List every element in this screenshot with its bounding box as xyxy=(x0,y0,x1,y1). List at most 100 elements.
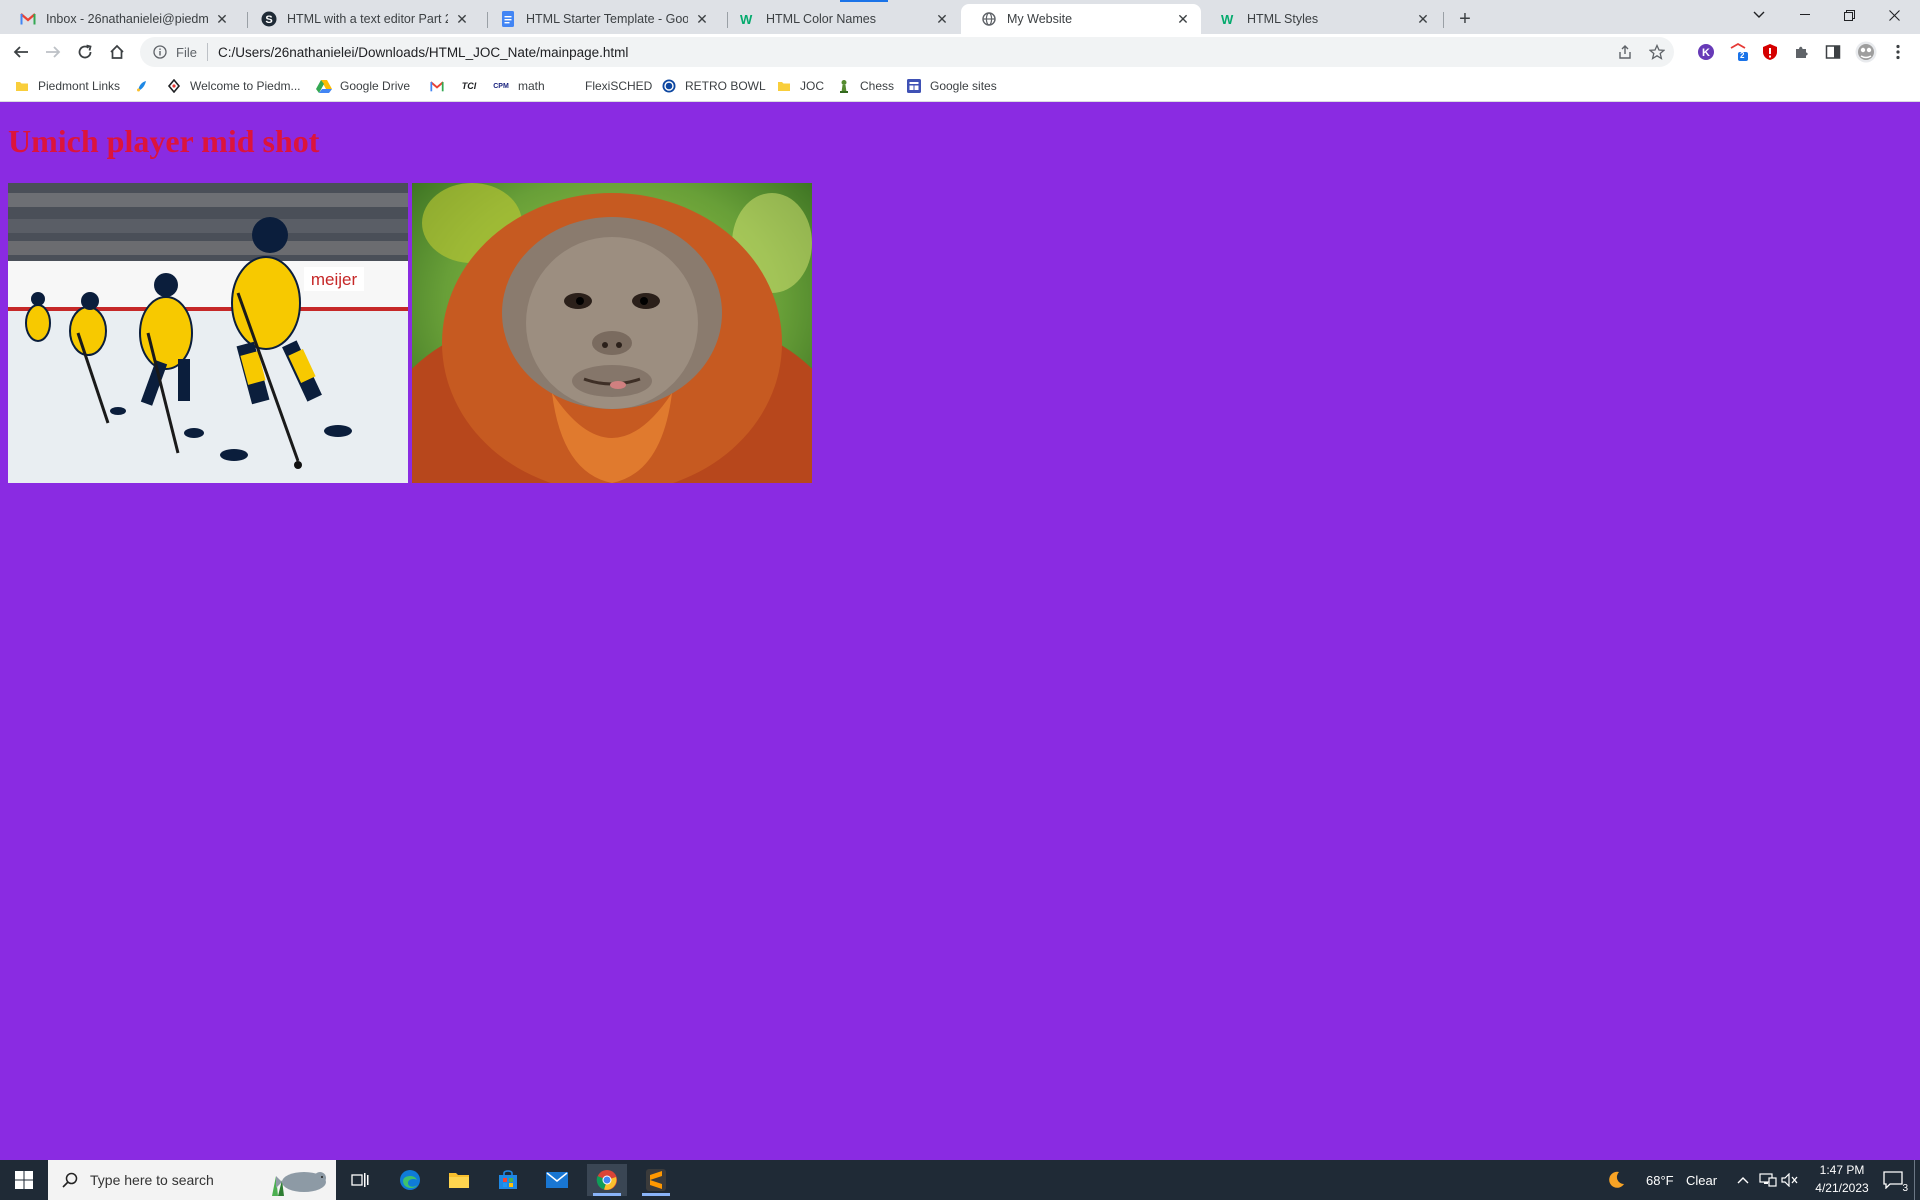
bookmark-math[interactable]: CPM math xyxy=(492,77,545,95)
svg-text:meijer: meijer xyxy=(311,270,358,289)
bookmark-tci[interactable]: TCI xyxy=(459,77,487,95)
bookmark-label: RETRO BOWL xyxy=(685,79,766,93)
bookmark-site[interactable] xyxy=(134,77,158,95)
browser-toolbar: File C:/Users/26nathanielei/Downloads/HT… xyxy=(0,34,1920,70)
new-tab-button[interactable]: + xyxy=(1452,6,1478,32)
reload-button[interactable] xyxy=(72,39,98,65)
close-icon[interactable]: ✕ xyxy=(214,11,230,27)
clock-time[interactable]: 1:47 PM xyxy=(1813,1163,1871,1177)
tab-title: HTML with a text editor Part 2 | S xyxy=(287,12,448,26)
tab-html-color-names[interactable]: W HTML Color Names ✕ xyxy=(720,4,960,34)
chrome-icon xyxy=(596,1170,617,1190)
start-button[interactable] xyxy=(4,1164,44,1196)
running-indicator xyxy=(593,1193,621,1196)
folder-icon xyxy=(776,78,792,94)
store-taskbar-button[interactable] xyxy=(488,1164,528,1196)
globe-icon xyxy=(981,11,997,27)
mail-taskbar-button[interactable] xyxy=(537,1164,577,1196)
close-icon[interactable]: ✕ xyxy=(454,11,470,27)
tab-title: HTML Styles xyxy=(1247,12,1319,26)
tab-html-styles[interactable]: W HTML Styles ✕ xyxy=(1201,4,1441,34)
home-button[interactable] xyxy=(104,39,130,65)
extension-badge-icon[interactable]: 2 xyxy=(1729,42,1749,62)
close-icon[interactable]: ✕ xyxy=(694,11,710,27)
windows-logo-icon xyxy=(15,1171,33,1189)
volume-muted-icon[interactable] xyxy=(1778,1164,1802,1196)
arrow-right-icon xyxy=(46,46,61,58)
edge-icon xyxy=(400,1170,420,1190)
google-sites-icon xyxy=(906,78,922,94)
bookmark-welcome-to-piedmont[interactable]: Welcome to Piedm... xyxy=(166,77,300,95)
close-icon[interactable]: ✕ xyxy=(1175,11,1191,27)
info-icon[interactable] xyxy=(152,44,168,60)
bookmark-label: math xyxy=(518,79,545,93)
star-bookmark-icon[interactable] xyxy=(1648,43,1666,61)
close-icon[interactable]: ✕ xyxy=(1415,11,1431,27)
weather-moon-icon[interactable] xyxy=(1604,1164,1628,1196)
bookmark-gmail[interactable] xyxy=(429,77,453,95)
tab-divider xyxy=(1443,12,1444,28)
close-icon xyxy=(1889,9,1900,21)
bookmark-chess[interactable]: Chess xyxy=(836,77,894,95)
bookmark-flexisched[interactable]: FlexiSCHED xyxy=(561,77,652,95)
tab-schoology[interactable]: S HTML with a text editor Part 2 | S ✕ xyxy=(241,4,480,34)
sublime-text-icon xyxy=(646,1169,666,1191)
task-view-button[interactable] xyxy=(340,1164,380,1196)
chrome-taskbar-button[interactable] xyxy=(587,1164,627,1196)
bookmark-google-sites[interactable]: Google sites xyxy=(906,77,997,95)
profile-avatar[interactable] xyxy=(1855,41,1877,63)
k-extension-icon[interactable]: K xyxy=(1696,42,1716,62)
show-desktop-button[interactable] xyxy=(1914,1160,1915,1200)
puzzle-extensions-icon[interactable] xyxy=(1792,42,1812,62)
tab-title: My Website xyxy=(1007,12,1073,26)
store-icon xyxy=(499,1170,517,1189)
bookmark-piedmont-links[interactable]: Piedmont Links xyxy=(14,77,120,95)
bookmark-google-drive[interactable]: Google Drive xyxy=(316,77,410,95)
file-explorer-taskbar-button[interactable] xyxy=(439,1164,479,1196)
adblock-extension-icon[interactable] xyxy=(1760,42,1780,62)
bookmarks-bar: Piedmont Links Welcome to Piedm... Googl… xyxy=(0,70,1920,102)
w3schools-icon: W xyxy=(740,11,756,27)
notification-count: 3 xyxy=(1902,1183,1908,1194)
bookmark-site-icon xyxy=(134,78,150,94)
tab-my-website[interactable]: My Website ✕ xyxy=(961,4,1201,34)
notification-center-button[interactable]: 3 xyxy=(1876,1164,1910,1196)
share-icon[interactable] xyxy=(1616,43,1634,61)
tab-title: HTML Color Names xyxy=(766,12,876,26)
bookmark-retro-bowl[interactable]: RETRO BOWL xyxy=(661,77,766,95)
weather-temperature[interactable]: 68°F xyxy=(1646,1173,1674,1188)
edge-taskbar-button[interactable] xyxy=(390,1164,430,1196)
taskbar-search-box[interactable]: Type here to search xyxy=(48,1160,336,1200)
minimize-button[interactable] xyxy=(1782,0,1827,30)
google-docs-icon xyxy=(500,11,516,27)
address-bar[interactable]: File C:/Users/26nathanielei/Downloads/HT… xyxy=(140,37,1674,67)
sublime-text-taskbar-button[interactable] xyxy=(636,1164,676,1196)
bookmark-label: FlexiSCHED xyxy=(585,79,653,93)
retro-bowl-icon xyxy=(661,78,677,94)
show-hidden-icons-button[interactable] xyxy=(1731,1164,1755,1196)
tab-google-docs[interactable]: HTML Starter Template - Google ✕ xyxy=(480,4,720,34)
bookmark-joc[interactable]: JOC xyxy=(776,77,824,95)
hockey-players-image: meijer xyxy=(8,183,408,483)
cpm-icon: CPM xyxy=(493,82,509,90)
side-panel-icon[interactable] xyxy=(1823,42,1843,62)
page-viewport: Umich player mid shot meijer xyxy=(0,103,1920,1160)
tab-gmail-inbox[interactable]: Inbox - 26nathanielei@piedmont ✕ xyxy=(0,4,240,34)
kebab-menu-icon[interactable] xyxy=(1888,42,1908,62)
tab-search-button[interactable] xyxy=(1736,0,1781,30)
page-title: Umich player mid shot xyxy=(8,123,320,159)
url-text[interactable]: C:/Users/26nathanielei/Downloads/HTML_JO… xyxy=(218,45,628,60)
restore-button[interactable] xyxy=(1827,0,1872,30)
restore-icon xyxy=(1844,9,1855,21)
close-window-button[interactable] xyxy=(1872,0,1917,30)
chevron-up-icon xyxy=(1737,1177,1749,1184)
close-icon[interactable]: ✕ xyxy=(934,11,950,27)
clock-date[interactable]: 4/21/2023 xyxy=(1806,1181,1878,1195)
forward-button[interactable] xyxy=(40,39,66,65)
search-icon xyxy=(62,1172,78,1188)
bookmark-label: Welcome to Piedm... xyxy=(190,79,301,93)
back-button[interactable] xyxy=(8,39,34,65)
network-icon[interactable] xyxy=(1756,1164,1780,1196)
weather-condition[interactable]: Clear xyxy=(1686,1173,1717,1188)
reload-icon xyxy=(78,44,92,59)
